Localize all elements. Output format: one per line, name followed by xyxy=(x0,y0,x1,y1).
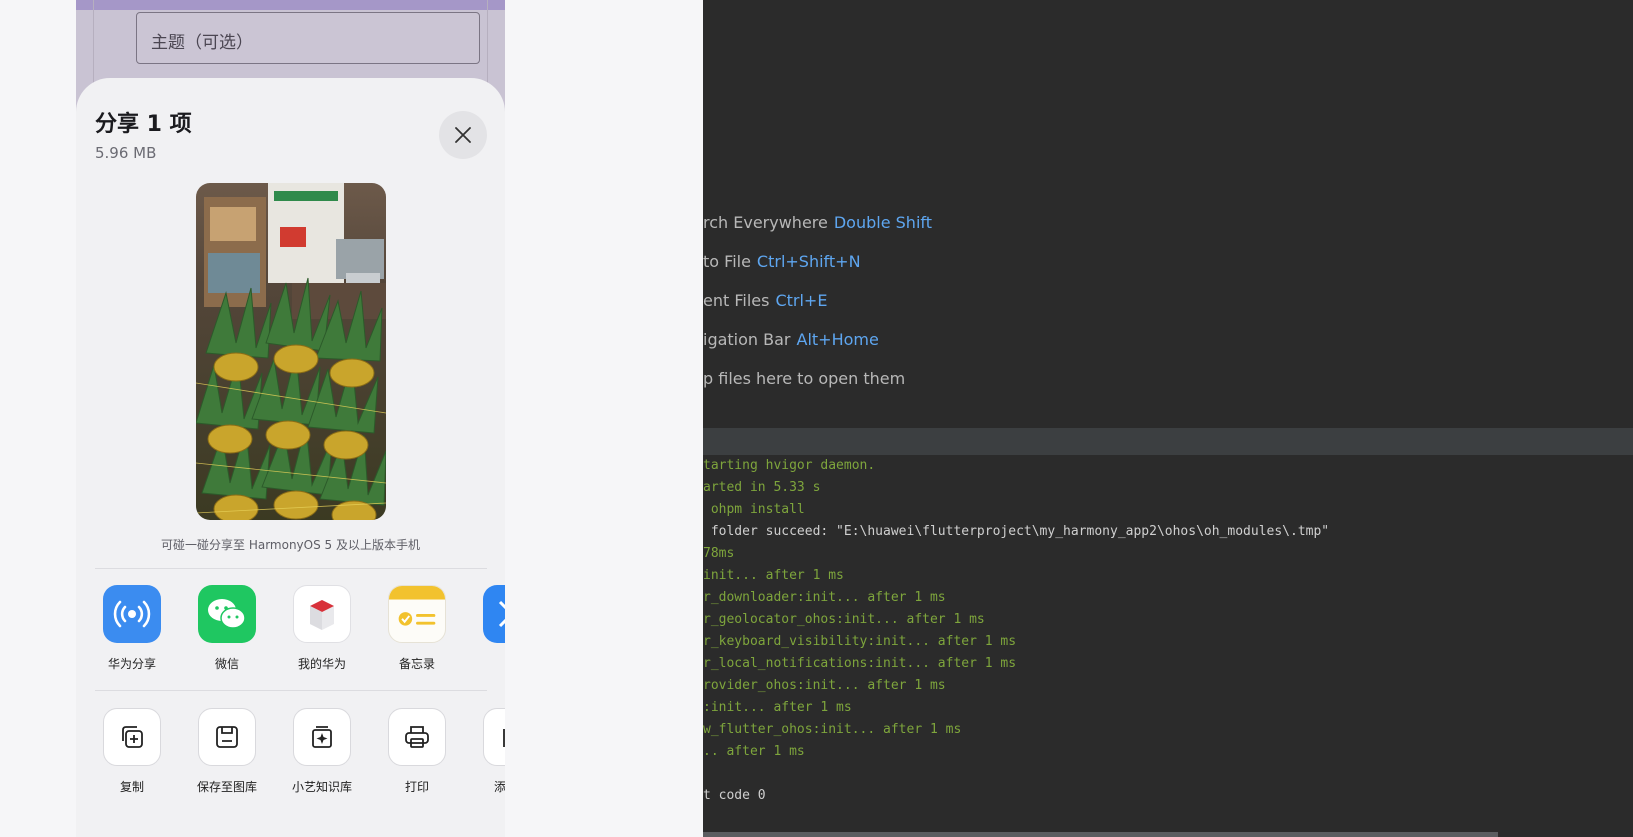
hint-shortcut: Alt+Home xyxy=(796,330,879,349)
share-app-label: 微信 xyxy=(214,657,239,671)
action-label: 保存至图库 xyxy=(196,780,257,794)
share-app-label: 我的华为 xyxy=(297,657,346,671)
hint-shortcut: Ctrl+E xyxy=(775,291,828,310)
action-label: 复制 xyxy=(119,780,144,794)
log-line: tarting hvigor daemon. xyxy=(703,458,876,473)
hint-label: to File xyxy=(703,252,751,271)
divider xyxy=(95,568,487,569)
action-label: 打印 xyxy=(404,780,429,794)
xiaoyi-knowledge-icon xyxy=(293,708,351,766)
nfc-share-caption: 可碰一碰分享至 HarmonyOS 5 及以上版本手机 xyxy=(161,538,420,552)
build-panel-header xyxy=(703,428,1633,455)
share-app-memo[interactable]: 备忘录 xyxy=(377,585,457,672)
share-app-label: 递 xyxy=(472,655,505,672)
log-line: w_flutter_ohos:init... after 1 ms xyxy=(703,722,962,737)
shared-image-preview[interactable] xyxy=(196,183,386,520)
share-sheet: 分享 1 项 5.96 MB 可碰一碰分享至 HarmonyOS 5 及以上版本… xyxy=(76,78,505,837)
close-button[interactable] xyxy=(439,111,487,159)
hint-go-to-file: to File Ctrl+Shift+N xyxy=(703,252,861,271)
share-app-row: 华为分享 微信 我的华为 备忘录 xyxy=(76,585,505,685)
share-app-wechat[interactable]: 微信 xyxy=(187,585,267,672)
hint-shortcut: Double Shift xyxy=(833,213,933,232)
action-xiaoyi-knowledge[interactable]: 小艺知识库 xyxy=(282,708,362,795)
action-copy[interactable]: 复制 xyxy=(92,708,172,795)
share-file-size: 5.96 MB xyxy=(95,144,157,162)
action-save-to-gallery[interactable]: 保存至图库 xyxy=(187,708,267,795)
share-action-row: 复制 保存至图库 小艺知识库 打印 添 xyxy=(76,708,505,808)
share-app-label: 备忘录 xyxy=(398,657,435,671)
print-icon xyxy=(388,708,446,766)
phone-emulator: 主题（可选） 分享 1 项 5.96 MB 可碰一碰分享至 HarmonyOS … xyxy=(76,0,505,837)
add-to-icon xyxy=(483,708,505,766)
share-app-label: 华为分享 xyxy=(107,657,156,671)
save-to-gallery-icon xyxy=(198,708,256,766)
hint-label: rch Everywhere xyxy=(703,213,828,232)
middle-gutter xyxy=(505,0,703,837)
subject-placeholder: 主题（可选） xyxy=(151,33,253,53)
log-line: t code 0 xyxy=(703,788,766,803)
partial-app-icon xyxy=(483,585,505,643)
ide-window: rch Everywhere Double Shift to File Ctrl+S… xyxy=(703,0,1633,837)
log-line: r_keyboard_visibility:init... after 1 ms xyxy=(703,634,1017,649)
action-print[interactable]: 打印 xyxy=(377,708,457,795)
log-line: arted in 5.33 s xyxy=(703,480,821,495)
hint-drop-files: p files here to open them xyxy=(703,369,905,388)
action-add-to[interactable]: 添加至 xyxy=(472,708,505,795)
hint-label: igation Bar xyxy=(703,330,791,349)
share-app-partial[interactable]: 递 xyxy=(472,585,505,672)
copy-icon xyxy=(103,708,161,766)
log-line: folder succeed: "E:\huawei\flutterprojec… xyxy=(703,524,1330,539)
share-app-huawei-share[interactable]: 华为分享 xyxy=(92,585,172,672)
wechat-icon xyxy=(198,585,256,643)
subject-input[interactable]: 主题（可选） xyxy=(136,12,480,64)
log-line: r_downloader:init... after 1 ms xyxy=(703,590,946,605)
share-app-my-huawei[interactable]: 我的华为 xyxy=(282,585,362,672)
console-horizontal-scrollbar[interactable] xyxy=(703,832,1498,837)
log-line: :init... after 1 ms xyxy=(703,700,852,715)
action-label: 添加至 xyxy=(493,780,505,794)
left-gutter xyxy=(0,0,76,837)
hint-label: ent Files xyxy=(703,291,770,310)
hint-recent-files: ent Files Ctrl+E xyxy=(703,291,827,310)
log-line: ohpm install xyxy=(703,502,805,517)
close-icon xyxy=(455,127,471,143)
log-line: rovider_ohos:init... after 1 ms xyxy=(703,678,946,693)
log-line: .. after 1 ms xyxy=(703,744,805,759)
divider xyxy=(95,690,487,691)
log-line: r_geolocator_ohos:init... after 1 ms xyxy=(703,612,985,627)
hint-navigation-bar: igation Bar Alt+Home xyxy=(703,330,879,349)
log-line: 78ms xyxy=(703,546,735,561)
log-line: init... after 1 ms xyxy=(703,568,844,583)
my-huawei-icon xyxy=(293,585,351,643)
log-line: r_local_notifications:init... after 1 ms xyxy=(703,656,1017,671)
build-console[interactable]: tarting hvigor daemon. arted in 5.33 s o… xyxy=(703,455,1633,832)
memo-icon xyxy=(388,585,446,643)
hint-search-everywhere: rch Everywhere Double Shift xyxy=(703,213,932,232)
hint-label: p files here to open them xyxy=(703,369,906,388)
huawei-share-icon xyxy=(103,585,161,643)
pineapple-photo xyxy=(196,183,386,520)
hint-shortcut: Ctrl+Shift+N xyxy=(756,252,861,271)
share-sheet-title: 分享 1 项 xyxy=(95,112,192,137)
action-label: 小艺知识库 xyxy=(291,780,352,794)
